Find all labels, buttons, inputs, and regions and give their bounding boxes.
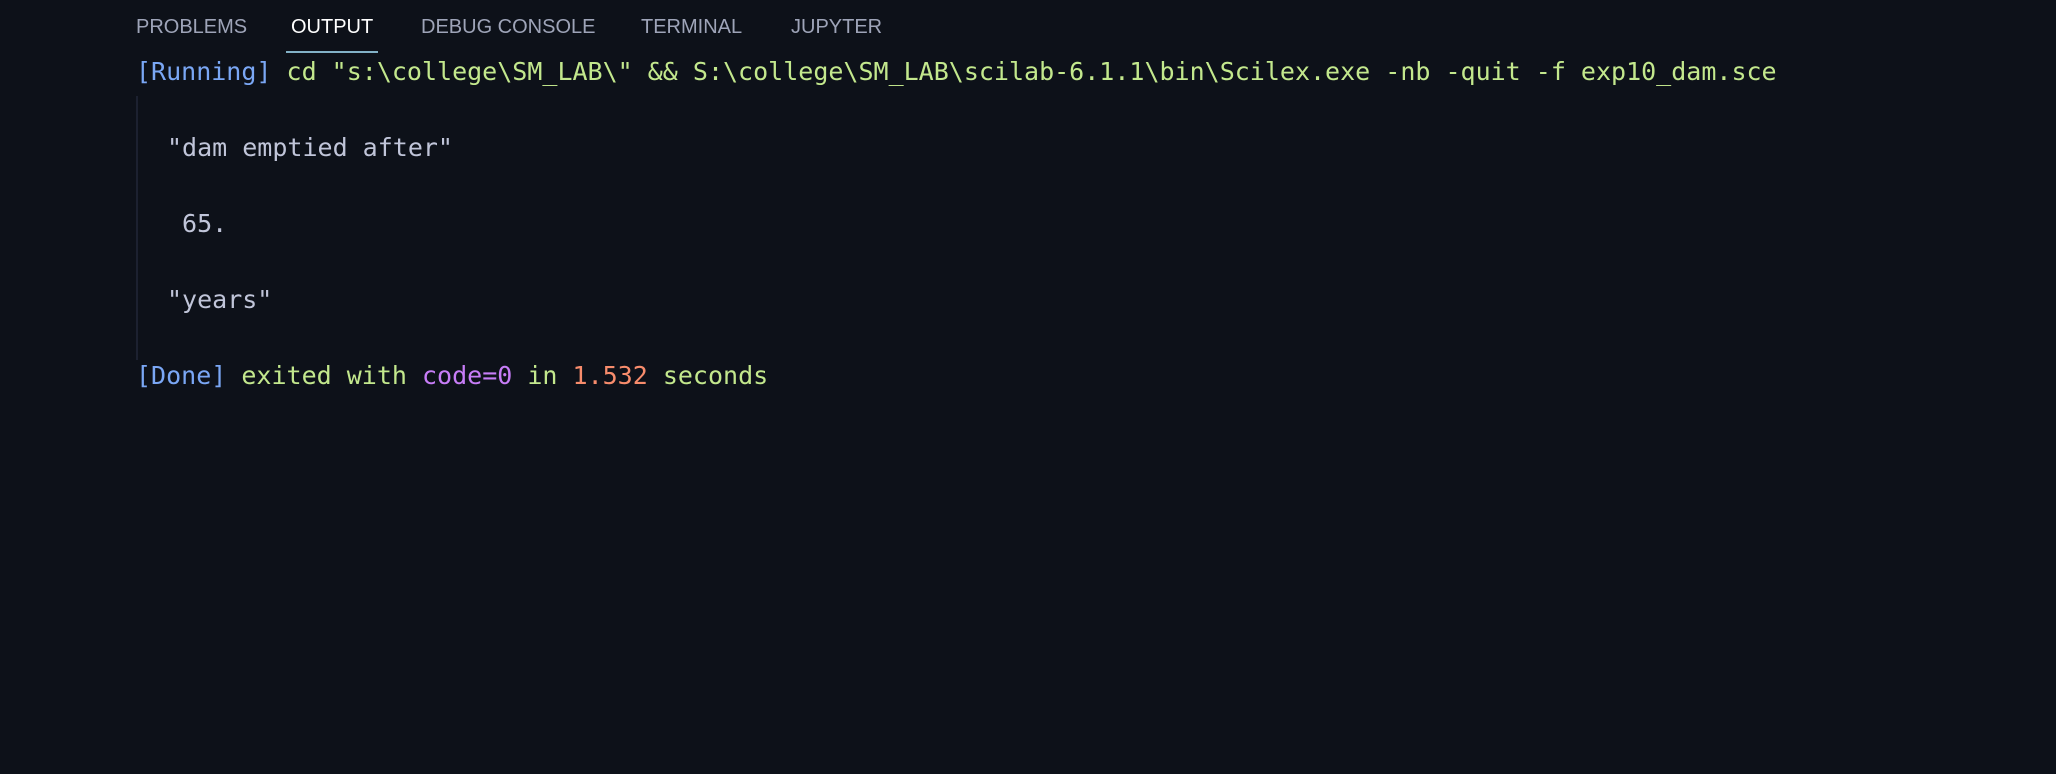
tab-problems[interactable]: PROBLEMS	[136, 0, 247, 54]
indent-guide	[136, 96, 138, 360]
output-view[interactable]: [Running] cd "s:\college\SM_LAB\" && S:\…	[0, 54, 2056, 774]
running-tag: [Running]	[136, 57, 272, 86]
done-text: in	[512, 361, 573, 390]
done-text: exited with	[226, 361, 422, 390]
output-line: "years"	[167, 285, 273, 314]
running-command-line: [Running] cd "s:\college\SM_LAB\" && S:\…	[136, 54, 1777, 90]
panel-tab-bar: PROBLEMS OUTPUT DEBUG CONSOLE TERMINAL J…	[0, 0, 2056, 54]
exit-code: code=0	[421, 361, 513, 390]
tab-jupyter[interactable]: JUPYTER	[791, 0, 882, 54]
tab-terminal[interactable]: TERMINAL	[641, 0, 742, 54]
done-status-line: [Done] exited with code=0 in 1.532 secon…	[136, 358, 768, 394]
active-tab-indicator	[286, 51, 379, 53]
duration-value: 1.532	[572, 361, 648, 390]
output-line: 65.	[167, 209, 228, 238]
done-text: seconds	[647, 361, 769, 390]
command-text: cd "s:\college\SM_LAB\" && S:\college\SM…	[271, 57, 1777, 86]
done-tag: [Done]	[136, 361, 227, 390]
tab-debug-console[interactable]: DEBUG CONSOLE	[421, 0, 595, 54]
tab-output[interactable]: OUTPUT	[286, 0, 379, 54]
output-line: "dam emptied after"	[167, 133, 453, 162]
tab-output-label: OUTPUT	[291, 16, 374, 38]
